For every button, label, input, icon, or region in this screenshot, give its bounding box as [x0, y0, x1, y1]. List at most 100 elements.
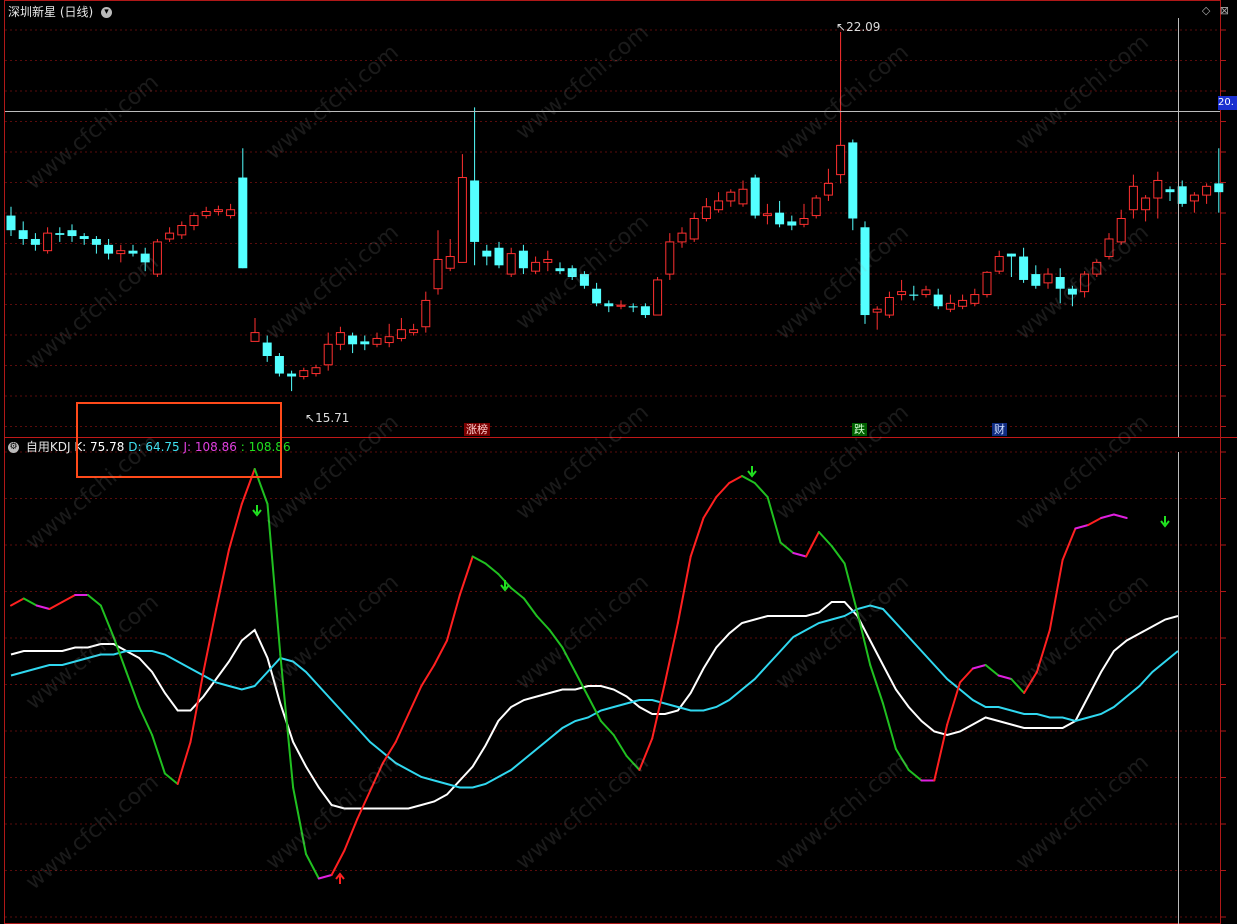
- indicator-name: 自用KDJ: [25, 440, 71, 454]
- candle-body: [384, 336, 394, 344]
- kdj-j-segment: [1010, 678, 1026, 694]
- kdj-j-segment: [599, 720, 615, 736]
- kdj-lines: [10, 468, 1179, 880]
- candle: [1104, 233, 1114, 260]
- candle: [409, 323, 419, 336]
- candle-body: [616, 304, 626, 307]
- kdj-j-segment: [317, 874, 333, 880]
- candle: [677, 227, 687, 248]
- candle: [860, 221, 870, 324]
- candle: [714, 192, 724, 213]
- candle-body: [555, 268, 565, 272]
- candle: [238, 148, 248, 269]
- candle-body: [604, 303, 614, 307]
- candle-body: [311, 367, 321, 375]
- candle-body: [945, 302, 955, 310]
- candle-body: [787, 221, 797, 226]
- candle-body: [701, 206, 711, 220]
- candle: [994, 250, 1004, 275]
- kdj-j-segment: [1035, 629, 1051, 673]
- chart-title: 深圳新星 (日线) ▾: [8, 3, 113, 20]
- candle-body: [653, 279, 663, 316]
- highlight-box: [76, 402, 282, 478]
- candle: [1080, 271, 1090, 298]
- kdj-j-segment: [202, 608, 218, 673]
- candle-body: [6, 215, 16, 231]
- candlestick-series: [6, 31, 1224, 392]
- candle: [518, 244, 528, 275]
- candle: [665, 233, 675, 280]
- candle-body: [457, 177, 467, 263]
- candle-body: [909, 294, 919, 296]
- candle-body: [226, 209, 236, 217]
- kdj-j-segment: [381, 741, 397, 764]
- kdj-j-segment: [407, 685, 423, 715]
- buy-arrow-icon: [335, 872, 345, 884]
- candle-body: [1092, 261, 1102, 275]
- candle-body: [567, 268, 577, 278]
- kdj-j-segment: [805, 531, 820, 558]
- kdj-j-segment: [715, 482, 731, 498]
- candle-body: [860, 227, 870, 316]
- chevron-down-icon[interactable]: ▾: [101, 7, 113, 18]
- kdj-j-segment: [394, 713, 410, 743]
- kdj-j-segment: [882, 702, 897, 750]
- candle-body: [714, 200, 724, 211]
- candle-body: [445, 256, 455, 269]
- kdj-j-segment: [22, 597, 38, 607]
- gear-icon[interactable]: ⚙: [8, 442, 19, 453]
- candle-body: [799, 218, 809, 225]
- candle-body: [140, 253, 150, 263]
- candle: [433, 230, 443, 295]
- kdj-j-segment: [907, 769, 923, 782]
- candle-body: [1080, 273, 1090, 293]
- candle-body: [165, 232, 175, 240]
- close-icon[interactable]: ⊠: [1220, 4, 1229, 17]
- kdj-j-segment: [612, 734, 628, 757]
- low-price-label: ↖15.71: [305, 411, 350, 425]
- candle: [43, 227, 53, 254]
- candle: [262, 335, 272, 362]
- candle: [482, 244, 492, 266]
- candle: [884, 291, 894, 318]
- candle-body: [433, 258, 443, 290]
- candle: [701, 198, 711, 222]
- candle-body: [848, 142, 858, 219]
- candle: [140, 247, 150, 272]
- kdj-j-segment: [561, 646, 577, 673]
- current-price-tag: 20.: [1218, 96, 1237, 110]
- kdj-j-segment: [625, 755, 641, 771]
- candle: [616, 300, 626, 310]
- candle: [787, 215, 797, 231]
- candle: [970, 288, 980, 307]
- candle-body: [1043, 273, 1053, 284]
- kdj-j-segment: [792, 552, 808, 558]
- diamond-icon[interactable]: ◇: [1202, 4, 1210, 17]
- kdj-j-segment: [99, 604, 115, 638]
- candle-body: [396, 329, 406, 339]
- candle-body: [128, 250, 138, 254]
- candle-body: [1067, 288, 1077, 295]
- kdj-j-segment: [446, 594, 461, 642]
- candle: [445, 238, 455, 272]
- candle-body: [933, 294, 943, 307]
- candle: [604, 300, 614, 313]
- candle: [567, 265, 577, 280]
- candle: [128, 244, 138, 257]
- candle: [189, 212, 199, 231]
- candle-body: [91, 238, 101, 245]
- candle-body: [1153, 179, 1163, 199]
- kdj-j-segment: [330, 849, 346, 876]
- candle: [1019, 247, 1029, 283]
- candle-body: [116, 250, 126, 255]
- candle-body: [67, 230, 77, 237]
- kdj-j-segment: [151, 734, 166, 775]
- candle: [67, 224, 77, 242]
- candle: [897, 279, 907, 301]
- candle: [1067, 285, 1077, 307]
- tag-cai: 财: [992, 423, 1007, 436]
- candle-body: [335, 332, 345, 345]
- candle: [738, 180, 748, 207]
- kdj-j-segment: [1087, 517, 1103, 526]
- kdj-d-line: [10, 604, 1179, 789]
